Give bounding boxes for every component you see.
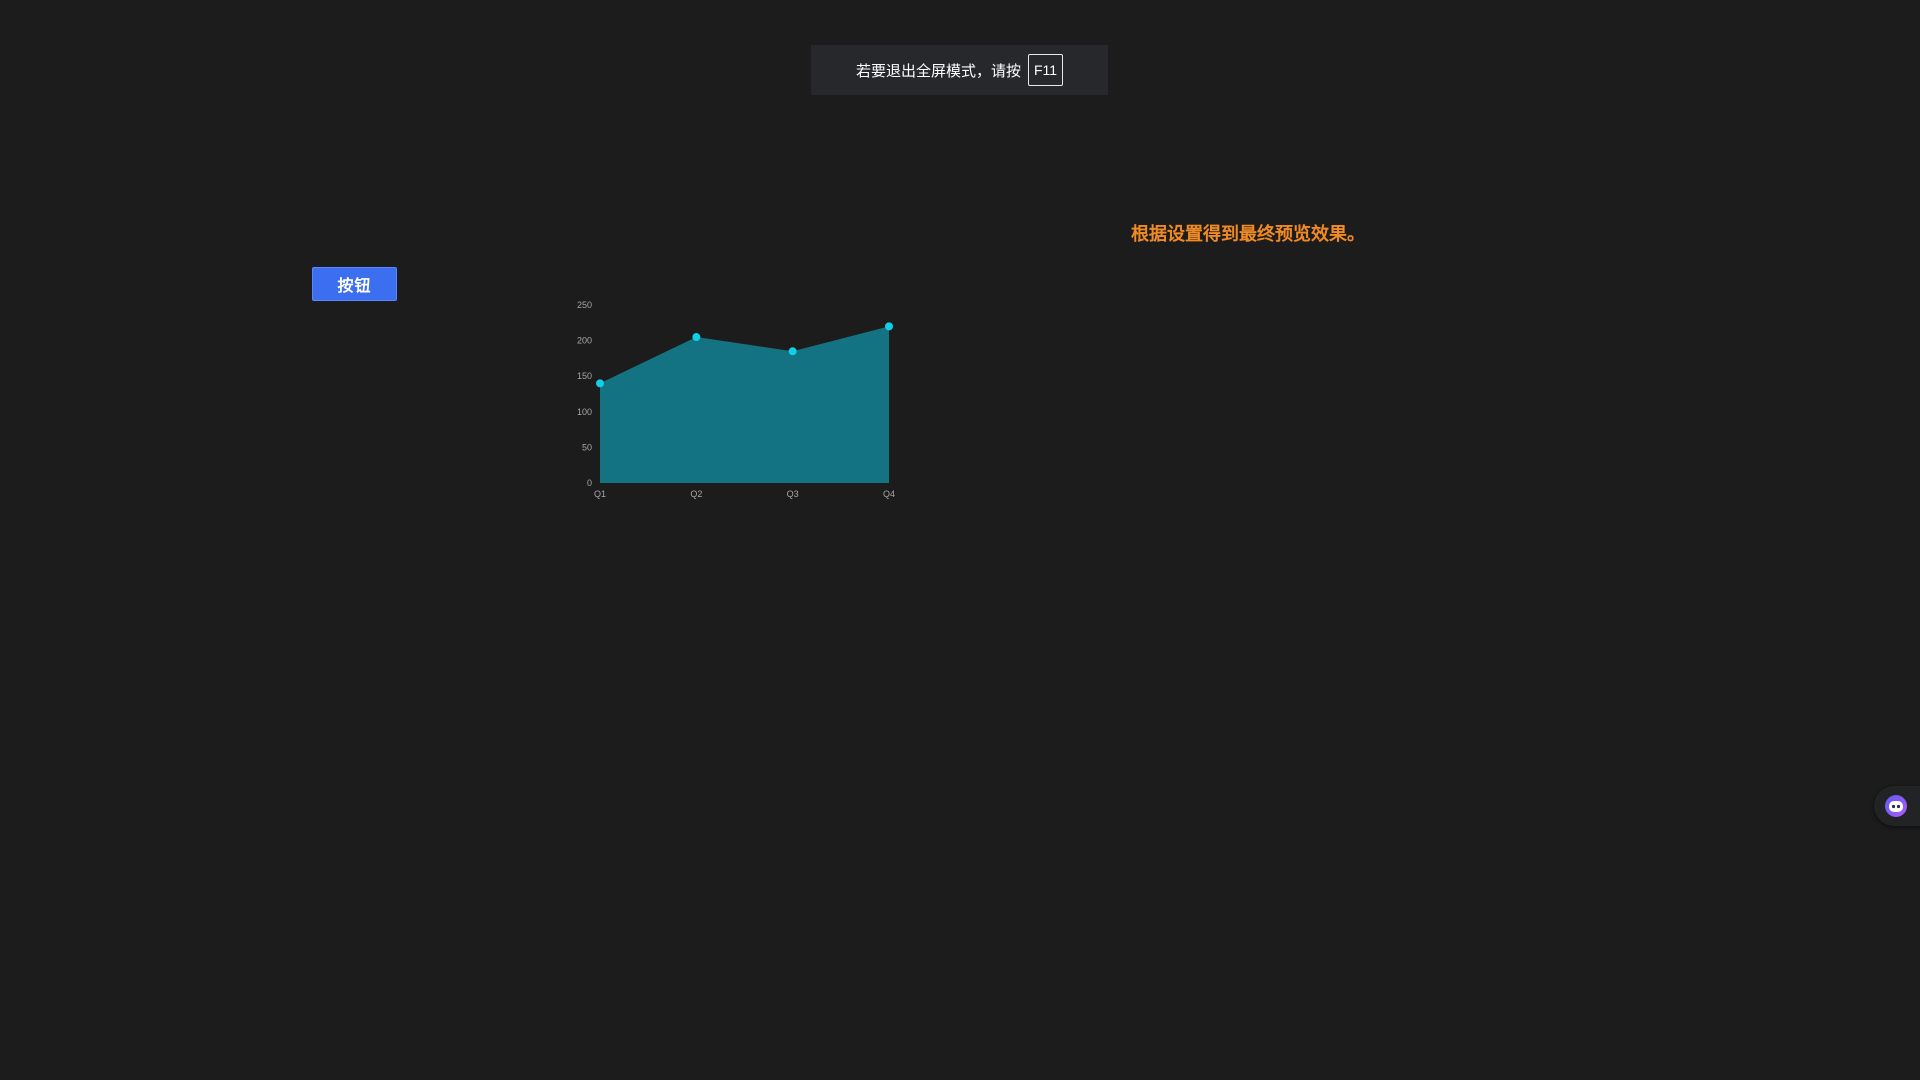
data-point[interactable] [788, 347, 797, 356]
x-tick-label: Q4 [883, 489, 895, 499]
data-point[interactable] [596, 379, 604, 388]
x-tick-label: Q2 [690, 489, 702, 499]
x-tick-label: Q1 [594, 489, 606, 499]
area-series [600, 326, 889, 483]
y-axis: 0 50 100 150 200 250 [577, 300, 592, 488]
primary-button[interactable]: 按钮 [312, 267, 397, 301]
x-tick-label: Q3 [787, 489, 799, 499]
assistant-float-button[interactable] [1874, 786, 1920, 826]
f11-key-hint: F11 [1028, 54, 1063, 86]
y-tick-label: 100 [577, 407, 592, 417]
y-tick-label: 250 [577, 300, 592, 310]
area-chart: 0 50 100 150 200 250 Q1 Q2 Q3 Q4 [577, 300, 895, 499]
y-tick-label: 200 [577, 336, 592, 346]
assistant-robot-icon [1885, 795, 1907, 817]
y-tick-label: 50 [582, 442, 592, 452]
fullscreen-notice-text: 若要退出全屏模式，请按 [855, 61, 1021, 80]
preview-hint-text: 根据设置得到最终预览效果。 [1131, 224, 1365, 245]
x-axis: Q1 Q2 Q3 Q4 [594, 489, 895, 499]
y-tick-label: 150 [577, 371, 592, 381]
data-point[interactable] [692, 333, 701, 342]
y-tick-label: 0 [587, 478, 592, 488]
data-point[interactable] [885, 322, 893, 331]
fullscreen-exit-notice: 若要退出全屏模式，请按 F11 [811, 45, 1108, 95]
